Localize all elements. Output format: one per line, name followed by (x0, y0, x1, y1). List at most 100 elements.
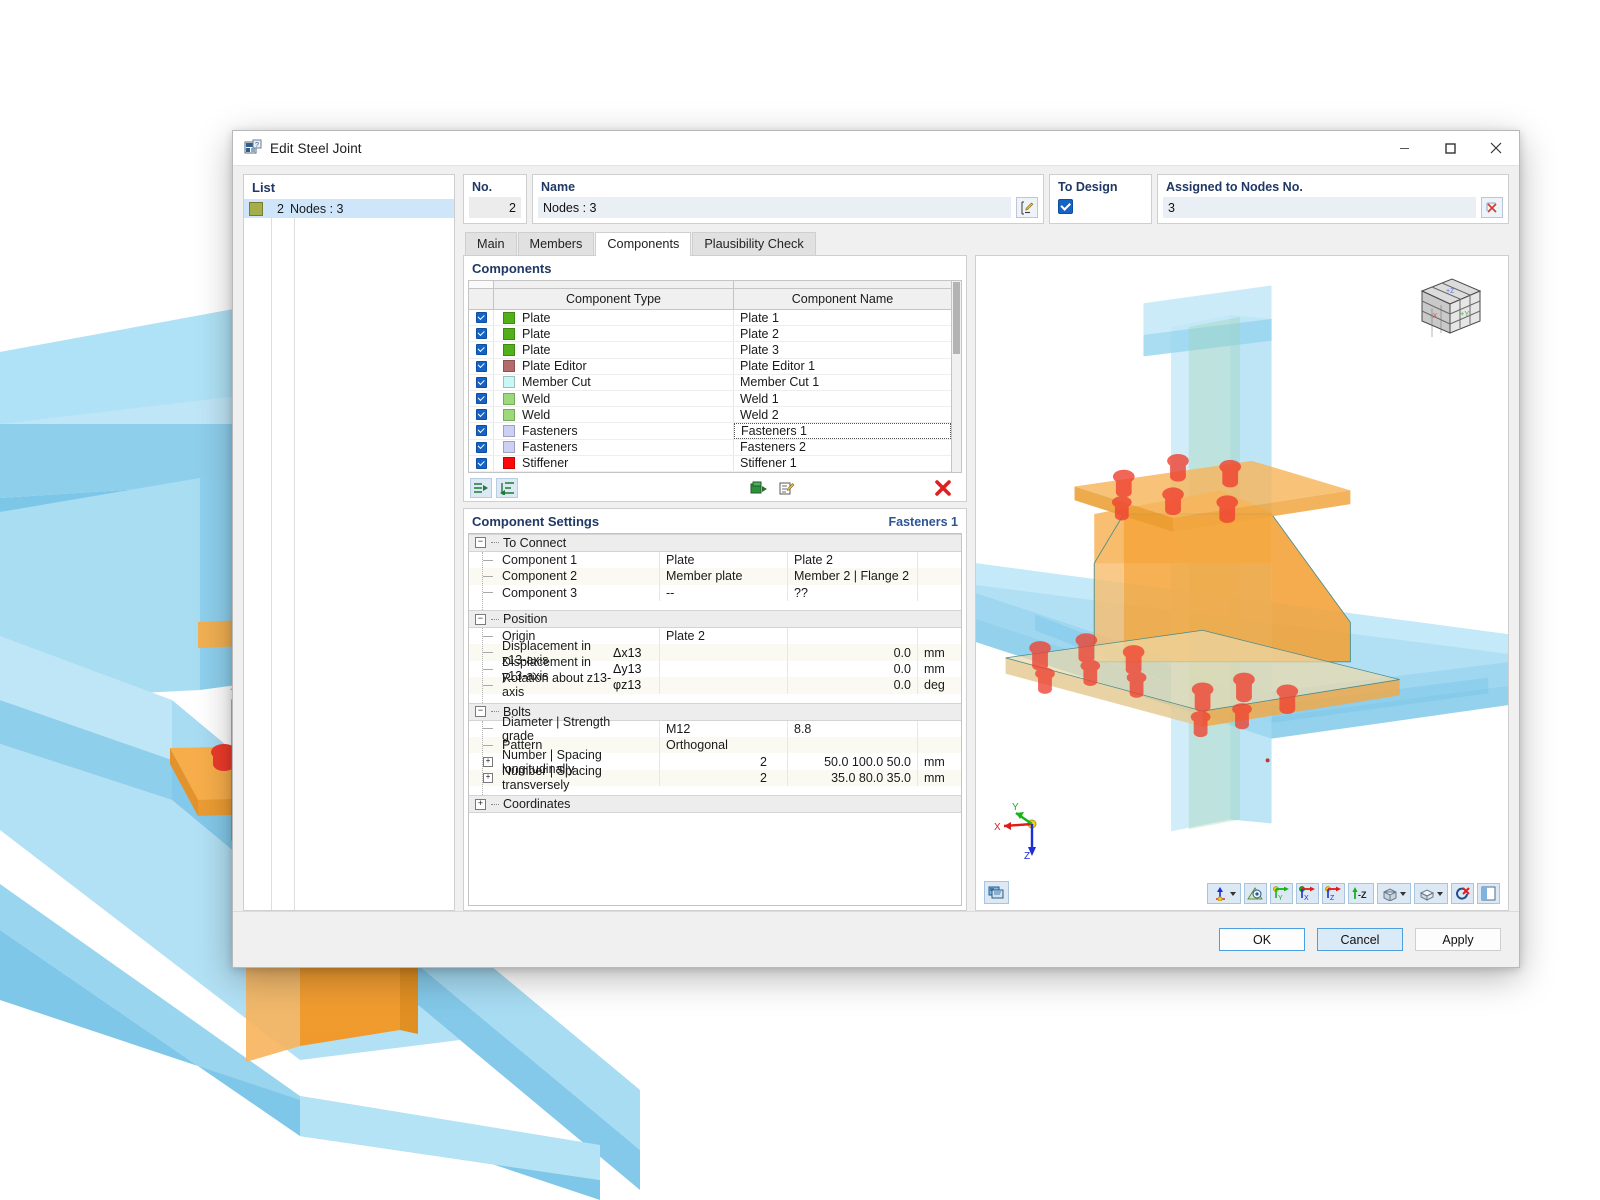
table-row[interactable]: Weld Weld 2 (469, 407, 951, 424)
settings-group-header[interactable]: − Position (469, 610, 961, 629)
3d-viewport[interactable]: -X +Y +Z X Y Z Y X Z -Z (975, 255, 1509, 911)
close-button[interactable] (1473, 131, 1519, 166)
row-tree-marker[interactable]: + (469, 753, 497, 769)
table-row[interactable]: Plate Plate 3 (469, 342, 951, 359)
settings-row[interactable]: Diameter | Strength grade M12 8.8 (469, 715, 961, 743)
settings-row-value-1[interactable]: Orthogonal (659, 737, 787, 754)
settings-row-value[interactable]: 0.0 (787, 660, 917, 678)
component-name-cell[interactable]: Plate 2 (734, 326, 951, 341)
components-scrollbar-thumb[interactable] (953, 282, 960, 354)
assigned-nodes-input[interactable]: 3 (1163, 197, 1476, 218)
component-name-cell[interactable]: Plate Editor 1 (734, 359, 951, 374)
settings-row-value-2[interactable]: 8.8 (787, 720, 917, 737)
ok-button[interactable]: OK (1219, 928, 1305, 951)
component-enabled-checkbox[interactable] (469, 407, 494, 423)
component-type-cell[interactable]: Fasteners (494, 439, 734, 455)
settings-group-header[interactable]: − To Connect (469, 533, 961, 552)
component-type-cell[interactable]: Fasteners (494, 423, 734, 439)
settings-row-value-1[interactable]: -- (659, 584, 787, 602)
view-origin-button[interactable] (1207, 883, 1241, 904)
tab-main[interactable]: Main (465, 232, 517, 256)
settings-group-header[interactable]: + Coordinates (469, 795, 961, 814)
component-enabled-checkbox[interactable] (469, 423, 494, 439)
view-cube-icon[interactable]: -X +Y +Z (1408, 273, 1490, 341)
group-expander-icon[interactable]: − (475, 537, 486, 549)
settings-row-value-1[interactable]: Plate (659, 551, 787, 569)
row-expander-icon[interactable]: + (483, 772, 493, 783)
settings-row-value[interactable]: 35.0 80.0 35.0 (787, 769, 917, 787)
component-enabled-checkbox[interactable] (469, 342, 494, 358)
clear-selection-button[interactable] (1451, 883, 1474, 904)
settings-row-value-1[interactable]: M12 (659, 720, 787, 737)
settings-row-value-2[interactable]: Plate 2 (787, 551, 917, 569)
pick-node-button[interactable] (1481, 197, 1503, 218)
apply-button[interactable]: Apply (1415, 928, 1501, 951)
component-name-cell[interactable]: Fasteners 2 (734, 440, 951, 455)
component-type-cell[interactable]: Plate Editor (494, 358, 734, 374)
group-expander-icon[interactable]: − (475, 706, 486, 718)
settings-row-value-1[interactable]: Plate 2 (659, 628, 787, 645)
table-row[interactable]: Member Cut Member Cut 1 (469, 374, 951, 391)
settings-row-value[interactable]: 50.0 100.0 50.0 (787, 753, 917, 770)
table-row[interactable]: Stiffener Stiffener 1 (469, 455, 951, 472)
insert-row-after-icon[interactable] (496, 478, 518, 499)
minimize-button[interactable] (1381, 131, 1427, 166)
table-row[interactable]: Weld Weld 1 (469, 390, 951, 408)
view-minus-z-button[interactable]: -Z (1348, 883, 1374, 904)
table-row[interactable]: Plate Plate 2 (469, 326, 951, 343)
tab-members[interactable]: Members (517, 232, 595, 256)
no-input[interactable]: 2 (469, 197, 521, 218)
component-name-cell[interactable]: Member Cut 1 (734, 375, 951, 390)
delete-red-x-icon[interactable] (932, 478, 954, 498)
component-name-cell[interactable]: Fasteners 1 (734, 423, 951, 439)
perspective-button[interactable] (1244, 883, 1267, 904)
component-enabled-checkbox[interactable] (469, 390, 494, 407)
component-enabled-checkbox[interactable] (469, 455, 494, 471)
component-type-cell[interactable]: Weld (494, 390, 734, 407)
settings-row[interactable]: + Number | Spacing transversely 2 35.0 80.0… (469, 764, 961, 792)
component-enabled-checkbox[interactable] (469, 439, 494, 455)
name-edit-button[interactable] (1016, 197, 1038, 218)
list-item[interactable]: 2 Nodes : 3 (244, 199, 454, 218)
settings-row[interactable]: Component 2 Member plate Member 2 | Flange… (469, 568, 961, 585)
row-expander-icon[interactable]: + (483, 756, 493, 767)
to-design-checkbox[interactable] (1058, 198, 1073, 214)
settings-row-count[interactable]: 2 (659, 769, 787, 787)
component-type-cell[interactable]: Plate (494, 310, 734, 326)
table-row[interactable]: Fasteners Fasteners 2 (469, 439, 951, 456)
component-type-cell[interactable]: Plate (494, 342, 734, 358)
view-in-x-button[interactable]: X (1296, 883, 1319, 904)
component-type-cell[interactable]: Member Cut (494, 374, 734, 390)
name-input[interactable]: Nodes : 3 (538, 197, 1011, 218)
table-row[interactable]: Plate Plate 1 (469, 310, 951, 327)
settings-row-value[interactable]: 0.0 (787, 644, 917, 661)
table-row[interactable]: Fasteners Fasteners 1 (469, 423, 951, 440)
tab-components[interactable]: Components (595, 232, 692, 256)
settings-row-value-2[interactable]: Member 2 | Flange 2 (787, 568, 917, 585)
component-name-cell[interactable]: Weld 2 (734, 407, 951, 422)
group-expander-icon[interactable]: − (475, 613, 486, 625)
component-name-cell[interactable]: Stiffener 1 (734, 456, 951, 471)
row-tree-marker[interactable]: + (469, 770, 497, 786)
component-enabled-checkbox[interactable] (469, 310, 494, 326)
settings-row-count[interactable]: 2 (659, 753, 787, 770)
component-name-cell[interactable]: Plate 1 (734, 310, 951, 325)
component-enabled-checkbox[interactable] (469, 358, 494, 374)
component-enabled-checkbox[interactable] (469, 374, 494, 390)
settings-row-value-2[interactable] (787, 737, 917, 754)
cancel-button[interactable]: Cancel (1317, 928, 1403, 951)
settings-row[interactable]: Component 3 --?? (469, 584, 961, 602)
solid-model-button[interactable] (1414, 883, 1448, 904)
settings-row-value[interactable]: 0.0 (787, 677, 917, 694)
component-type-cell[interactable]: Stiffener (494, 455, 734, 471)
tab-plausibility-check[interactable]: Plausibility Check (692, 232, 816, 256)
settings-row-value-2[interactable]: ?? (787, 584, 917, 602)
view-in-z-button[interactable]: Z (1322, 883, 1345, 904)
run-component-icon[interactable] (748, 478, 770, 498)
maximize-button[interactable] (1427, 131, 1473, 166)
component-type-cell[interactable]: Plate (494, 326, 734, 342)
component-enabled-checkbox[interactable] (469, 326, 494, 342)
component-name-cell[interactable]: Plate 3 (734, 342, 951, 357)
view-in-y-button[interactable]: Y (1270, 883, 1293, 904)
panel-toggle-button[interactable] (1477, 883, 1500, 904)
